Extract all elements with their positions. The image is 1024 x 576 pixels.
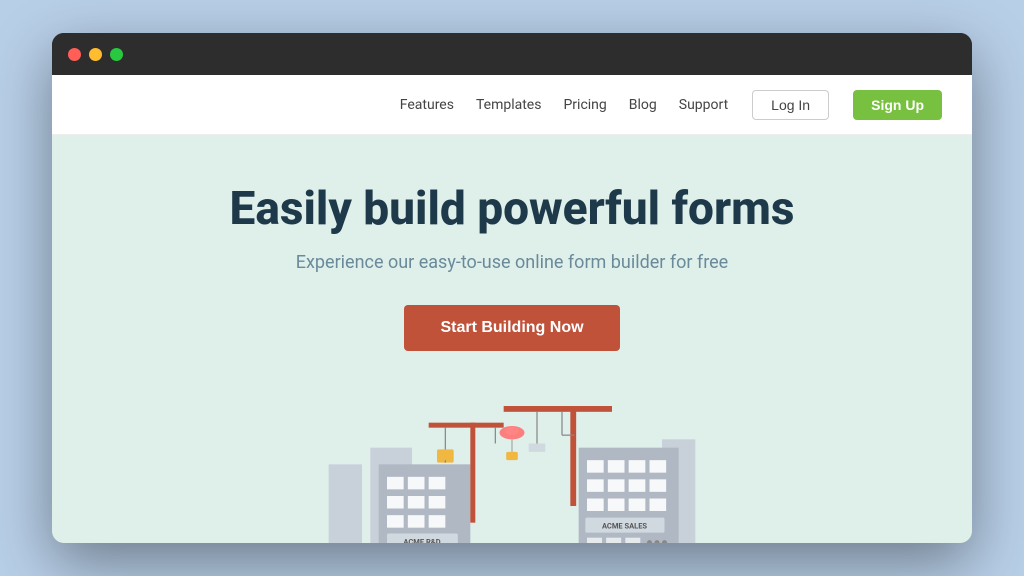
- browser-content: Features Templates Pricing Blog Support …: [52, 75, 972, 543]
- cta-button[interactable]: Start Building Now: [404, 305, 619, 351]
- left-crane-arm: [429, 423, 504, 428]
- close-dot[interactable]: [68, 48, 81, 61]
- nav-templates[interactable]: Templates: [476, 97, 542, 113]
- svg-text:ACME SALES: ACME SALES: [602, 521, 647, 530]
- building-svg: ACME R&D ◡ ◡: [262, 391, 762, 543]
- hero-title: Easily build powerful forms: [230, 183, 795, 236]
- crane-platform: [529, 443, 546, 451]
- browser-chrome: [52, 33, 972, 75]
- nav-links: Features Templates Pricing Blog Support: [400, 97, 728, 113]
- browser-window: Features Templates Pricing Blog Support …: [52, 33, 972, 543]
- hero-section: Easily build powerful forms Experience o…: [52, 135, 972, 543]
- right-crane-arm: [504, 406, 612, 412]
- nav-blog[interactable]: Blog: [629, 97, 657, 113]
- nav-support[interactable]: Support: [679, 97, 728, 113]
- navbar: Features Templates Pricing Blog Support …: [52, 75, 972, 135]
- nav-features[interactable]: Features: [400, 97, 454, 113]
- signup-button[interactable]: Sign Up: [853, 90, 942, 120]
- svg-text:ACME R&D: ACME R&D: [403, 537, 440, 543]
- right-crane-mast: [570, 406, 576, 506]
- nav-pricing[interactable]: Pricing: [563, 97, 606, 113]
- minimize-dot[interactable]: [89, 48, 102, 61]
- hero-subtitle: Experience our easy-to-use online form b…: [296, 252, 728, 273]
- left-crane-mast: [470, 423, 475, 523]
- login-button[interactable]: Log In: [752, 90, 829, 120]
- maximize-dot[interactable]: [110, 48, 123, 61]
- hero-illustration: ACME R&D ◡ ◡: [52, 391, 972, 543]
